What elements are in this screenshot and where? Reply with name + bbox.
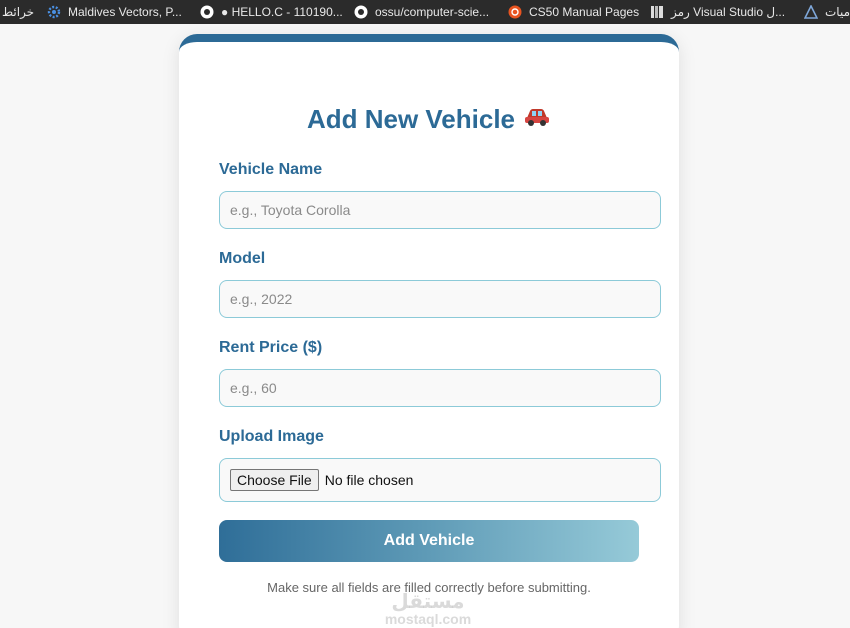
title-text: Add New Vehicle (306, 104, 516, 134)
triangle-icon (803, 4, 819, 20)
bookmark-label: ميات (825, 5, 850, 19)
bookmarks-bar: خرائط Maldives Vectors, P... ● HELLO.C -… (0, 0, 850, 24)
bookmark-last[interactable]: ميات (803, 0, 850, 24)
bookmark-khara'it[interactable]: خرائط (2, 0, 34, 24)
upload-image-label: Upload Image (219, 428, 324, 445)
rent-price-label: Rent Price ($) (219, 339, 323, 356)
file-upload-field: Choose File No file chosen (219, 458, 661, 502)
bookmark-hello-c[interactable]: ● HELLO.C - 110190... (199, 0, 343, 24)
bookmark-label: Maldives Vectors, P... (68, 5, 182, 19)
book-icon (649, 4, 665, 20)
bookmark-ossu[interactable]: ossu/computer-scie... (353, 0, 489, 24)
model-label: Model (219, 250, 266, 267)
ubuntu-icon (507, 4, 523, 20)
bookmark-label: رمز Visual Studio ل... (671, 5, 786, 19)
bookmark-label: ossu/computer-scie... (375, 5, 490, 19)
mostaql-watermark: مستقل mostaql.com (373, 592, 483, 626)
model-input[interactable] (219, 280, 661, 318)
car-icon (523, 104, 551, 135)
bookmark-maldives-vectors[interactable]: Maldives Vectors, P... (46, 0, 182, 24)
watermark-latin: mostaql.com (384, 611, 472, 627)
bookmark-label: CS50 Manual Pages (529, 5, 640, 19)
vehicle-name-input[interactable] (219, 191, 661, 229)
gear-icon (46, 4, 62, 20)
vehicle-name-label: Vehicle Name (219, 161, 323, 178)
add-vehicle-card: Add New Vehicle Vehicle Name Model Rent … (179, 34, 679, 628)
bookmark-label: خرائط (2, 5, 35, 19)
bookmark-cs50[interactable]: CS50 Manual Pages (507, 0, 639, 24)
bookmark-label: ● HELLO.C - 110190... (221, 5, 343, 19)
page-title: Add New Vehicle (179, 104, 679, 135)
bookmark-visual-studio[interactable]: رمز Visual Studio ل... (649, 0, 785, 24)
add-vehicle-button[interactable]: Add Vehicle (219, 520, 639, 562)
file-status-text: No file chosen (324, 472, 414, 488)
rent-price-input[interactable] (219, 369, 661, 407)
choose-file-button[interactable]: Choose File (230, 469, 319, 491)
watermark-arabic: مستقل (391, 591, 465, 613)
github-icon (199, 4, 215, 20)
github-icon (353, 4, 369, 20)
